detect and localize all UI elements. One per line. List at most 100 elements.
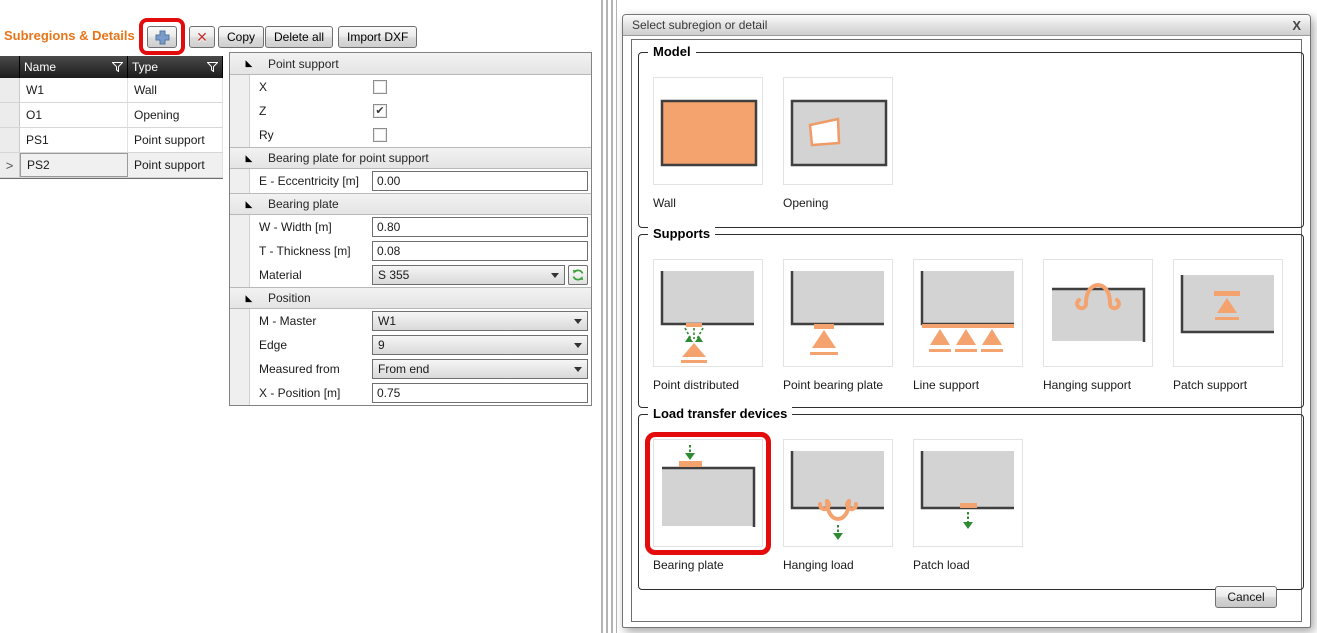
- section-header-position[interactable]: ◣ Position: [230, 287, 591, 309]
- cancel-button[interactable]: Cancel: [1215, 586, 1277, 608]
- row-selector[interactable]: [0, 103, 20, 127]
- refresh-icon: [572, 269, 584, 281]
- thickness-input[interactable]: 0.08: [372, 241, 588, 261]
- material-dropdown[interactable]: S 355: [372, 265, 565, 285]
- property-label: Material: [259, 268, 302, 282]
- tile-line-support[interactable]: Line support: [913, 259, 1023, 392]
- tile-point-bearing-plate[interactable]: Point bearing plate: [783, 259, 893, 392]
- collapse-triangle-icon[interactable]: ◣: [230, 58, 268, 69]
- property-label: E - Eccentricity [m]: [259, 174, 360, 188]
- type-column-header[interactable]: Type: [128, 56, 223, 78]
- measured-from-dropdown[interactable]: From end: [372, 359, 588, 379]
- row-margin: [230, 263, 250, 287]
- dropdown-value: 9: [378, 338, 385, 352]
- dialog-titlebar[interactable]: Select subregion or detail X: [623, 15, 1310, 36]
- property-row-master: M - Master W1: [230, 309, 591, 333]
- dialog-title: Select subregion or detail: [632, 18, 768, 32]
- cell-type[interactable]: Point support: [128, 128, 223, 152]
- edge-dropdown[interactable]: 9: [372, 335, 588, 355]
- row-selector[interactable]: [0, 78, 20, 102]
- filter-icon[interactable]: [207, 62, 218, 72]
- table-row-selected[interactable]: > PS2 Point support: [0, 153, 223, 178]
- tile-wall[interactable]: Wall: [653, 77, 763, 210]
- section-header-point-support[interactable]: ◣ Point support: [230, 53, 591, 75]
- tile-label: Patch support: [1173, 378, 1248, 392]
- tile-label: Hanging load: [783, 558, 854, 572]
- property-label: Z: [259, 104, 267, 118]
- row-selector[interactable]: [0, 128, 20, 152]
- dropdown-arrow-icon: [551, 272, 559, 278]
- tile-label: Opening: [783, 196, 829, 210]
- copy-button[interactable]: Copy: [218, 26, 265, 48]
- dropdown-value: S 355: [378, 268, 410, 282]
- property-row-z: Z: [230, 99, 591, 123]
- collapse-triangle-icon[interactable]: ◣: [230, 199, 268, 210]
- name-column-header[interactable]: Name: [20, 56, 128, 78]
- section-header-bearing-plate[interactable]: ◣ Bearing plate: [230, 193, 591, 215]
- filter-icon[interactable]: [112, 62, 123, 72]
- tile-opening[interactable]: Opening: [783, 77, 893, 210]
- selector-column-header: [0, 56, 20, 78]
- tile-hanging-support[interactable]: Hanging support: [1043, 259, 1153, 392]
- property-row-width: W - Width [m] 0.80: [230, 215, 591, 239]
- row-margin: [230, 381, 250, 405]
- collapse-triangle-icon[interactable]: ◣: [230, 293, 268, 304]
- panel-splitter[interactable]: [598, 0, 617, 633]
- section-title: Bearing plate: [268, 197, 339, 211]
- row-margin: [230, 169, 250, 193]
- cell-type[interactable]: Opening: [128, 103, 223, 127]
- property-grid: ◣ Point support X Z Ry ◣ Bearing plate f…: [229, 52, 592, 406]
- eccentricity-input[interactable]: 0.00: [372, 171, 588, 191]
- cell-type[interactable]: Point support: [128, 153, 223, 177]
- cell-name[interactable]: PS2: [20, 153, 128, 177]
- row-margin: [230, 123, 250, 147]
- group-load-transfer-devices: Load transfer devices Bearing plate Hang…: [638, 406, 1304, 590]
- delete-all-button[interactable]: Delete all: [265, 26, 334, 48]
- type-column-label: Type: [132, 60, 159, 74]
- property-label: M - Master: [259, 314, 317, 328]
- section-title: Bearing plate for point support: [268, 151, 429, 165]
- group-title: Supports: [648, 226, 716, 241]
- section-title: Position: [268, 291, 311, 305]
- tile-hanging-load[interactable]: Hanging load: [783, 439, 893, 572]
- current-row-indicator[interactable]: >: [0, 153, 20, 177]
- ry-checkbox[interactable]: [373, 128, 387, 142]
- import-dxf-button[interactable]: Import DXF: [338, 26, 418, 48]
- add-button[interactable]: [147, 26, 177, 48]
- property-label: Measured from: [259, 362, 340, 376]
- collapse-triangle-icon[interactable]: ◣: [230, 153, 268, 164]
- tile-patch-support[interactable]: Patch support: [1173, 259, 1283, 392]
- section-header-bearing-plate-point-support[interactable]: ◣ Bearing plate for point support: [230, 147, 591, 169]
- master-dropdown[interactable]: W1: [372, 311, 588, 331]
- table-row[interactable]: W1 Wall: [0, 78, 223, 103]
- refresh-material-button[interactable]: [568, 265, 588, 285]
- delete-button[interactable]: ✕: [189, 26, 215, 48]
- table-row[interactable]: PS1 Point support: [0, 128, 223, 153]
- property-row-material: Material S 355: [230, 263, 591, 287]
- x-checkbox[interactable]: [373, 80, 387, 94]
- cell-type[interactable]: Wall: [128, 78, 223, 102]
- section-title: Point support: [268, 56, 339, 71]
- cell-name[interactable]: W1: [20, 78, 128, 102]
- row-margin: [230, 215, 250, 239]
- close-icon[interactable]: X: [1292, 19, 1301, 32]
- tile-patch-load[interactable]: Patch load: [913, 439, 1023, 572]
- hanging-support-icon: [1052, 283, 1146, 342]
- tile-point-distributed[interactable]: Point distributed: [653, 259, 763, 392]
- property-row-eccentricity: E - Eccentricity [m] 0.00: [230, 169, 591, 193]
- table-row[interactable]: O1 Opening: [0, 103, 223, 128]
- page-title: Subregions & Details: [4, 28, 135, 43]
- tile-bearing-plate[interactable]: Bearing plate: [645, 432, 771, 572]
- select-subregion-dialog: Select subregion or detail X Model Wall: [622, 14, 1311, 628]
- position-input[interactable]: 0.75: [372, 383, 588, 403]
- property-row-measured-from: Measured from From end: [230, 357, 591, 381]
- tile-label: Hanging support: [1043, 378, 1132, 392]
- property-label: X: [259, 80, 268, 94]
- z-checkbox[interactable]: [373, 104, 387, 118]
- tile-label: Point distributed: [653, 378, 740, 392]
- cell-name[interactable]: PS1: [20, 128, 128, 152]
- line-support-icon: [920, 271, 1014, 352]
- group-title: Model: [648, 44, 696, 59]
- width-input[interactable]: 0.80: [372, 217, 588, 237]
- cell-name[interactable]: O1: [20, 103, 128, 127]
